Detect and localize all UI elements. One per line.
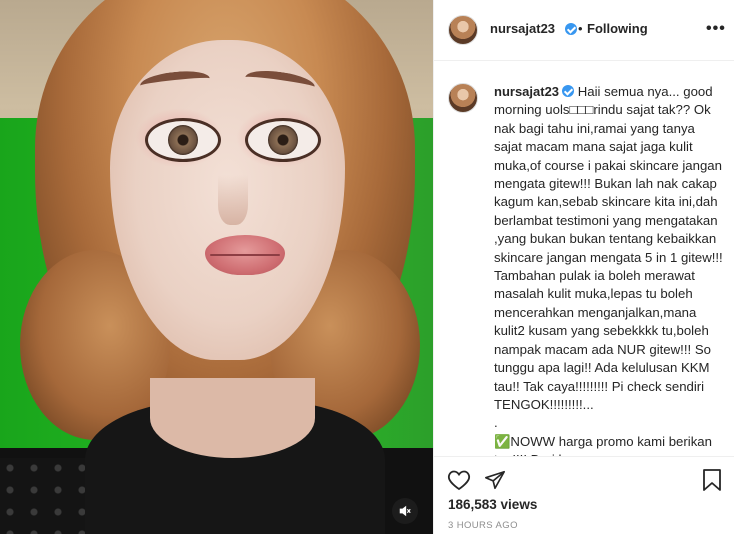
verified-badge-icon xyxy=(565,23,577,35)
left-eye xyxy=(145,118,221,162)
instagram-post: nursajat23 • Following ••• nursajat23 Ha… xyxy=(0,0,734,534)
bookmark-icon[interactable] xyxy=(699,467,725,493)
post-header: nursajat23 • Following ••• xyxy=(434,0,734,61)
caption-username[interactable]: nursajat23 xyxy=(494,84,559,99)
action-bar: 186,583 views 3 HOURS AGO xyxy=(434,456,734,535)
heart-icon[interactable] xyxy=(446,467,472,493)
post-video[interactable] xyxy=(0,0,433,534)
separator-dot: • xyxy=(578,21,583,36)
post-timestamp[interactable]: 3 HOURS AGO xyxy=(448,520,518,531)
following-button[interactable]: Following xyxy=(587,21,648,36)
caption-avatar[interactable] xyxy=(448,83,478,113)
caption-body: Haii semua nya... good morning uols□□□ri… xyxy=(494,84,723,456)
caption-area: nursajat23 Haii semua nya... good mornin… xyxy=(434,61,734,456)
paper-plane-icon[interactable] xyxy=(482,467,508,493)
post-sidebar: nursajat23 • Following ••• nursajat23 Ha… xyxy=(433,0,734,534)
author-username[interactable]: nursajat23 xyxy=(490,21,555,36)
avatar[interactable] xyxy=(448,15,478,45)
right-eye xyxy=(245,118,321,162)
view-count[interactable]: 186,583 views xyxy=(448,497,537,512)
caption: nursajat23 Haii semua nya... good mornin… xyxy=(494,83,724,456)
verified-badge-icon xyxy=(562,85,575,97)
muted-speaker-icon[interactable] xyxy=(392,498,418,524)
more-options-icon[interactable]: ••• xyxy=(706,20,726,38)
